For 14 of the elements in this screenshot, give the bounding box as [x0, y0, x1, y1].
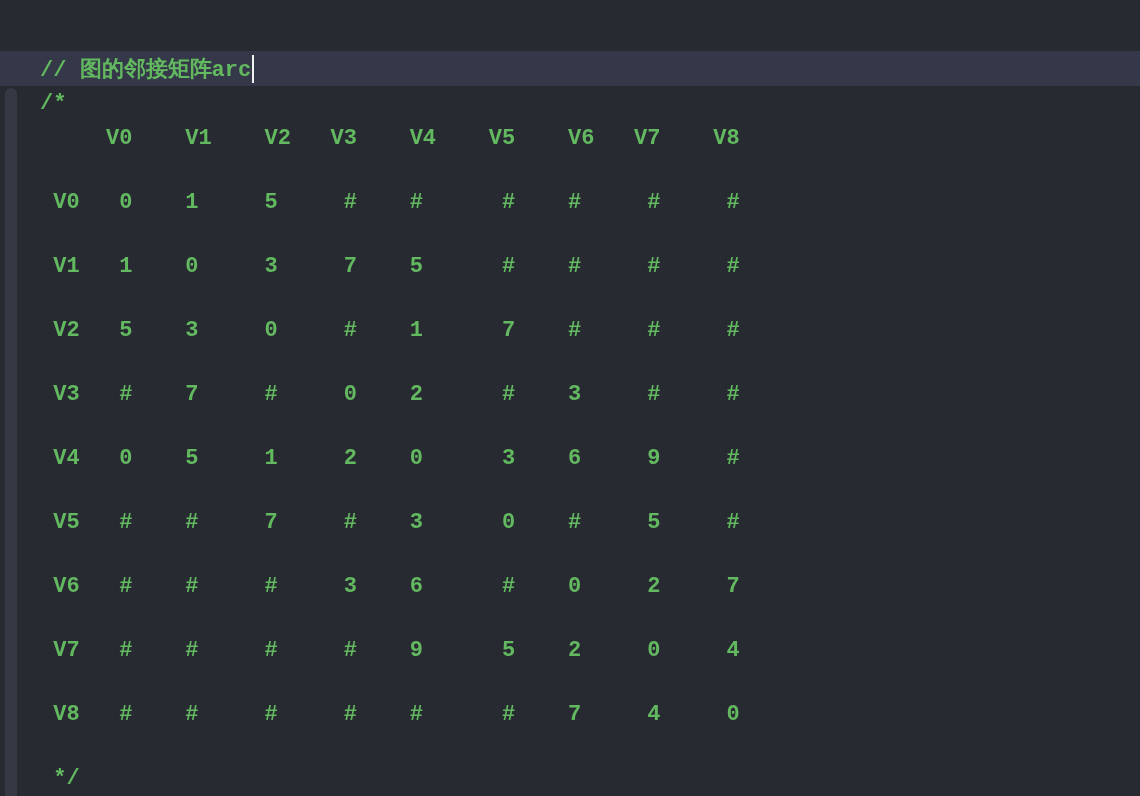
- code-line: V2 5 3 0 # 1 7 # # #: [52, 318, 740, 343]
- text-cursor: [252, 54, 255, 83]
- code-line: V0 0 1 5 # # # # # #: [52, 190, 740, 215]
- code-line: V4 0 5 1 2 0 3 6 9 #: [52, 446, 740, 471]
- code-line: V8 # # # # # # 7 4 0: [52, 702, 740, 727]
- code-line: /*: [40, 91, 67, 116]
- code-line: */: [52, 766, 80, 791]
- code-line: // 图的邻接矩阵arc: [40, 56, 252, 84]
- code-line: V3 # 7 # 0 2 # 3 # #: [52, 382, 740, 407]
- code-line: V0 V1 V2 V3 V4 V5 V6 V7 V8: [105, 126, 740, 151]
- code-line: V6 # # # 3 6 # 0 2 7: [52, 574, 740, 599]
- code-line: V5 # # 7 # 3 0 # 5 #: [52, 510, 740, 535]
- code-line: V1 1 0 3 7 5 # # # #: [52, 254, 740, 279]
- code-line: V7 # # # # 9 5 2 0 4: [52, 638, 740, 663]
